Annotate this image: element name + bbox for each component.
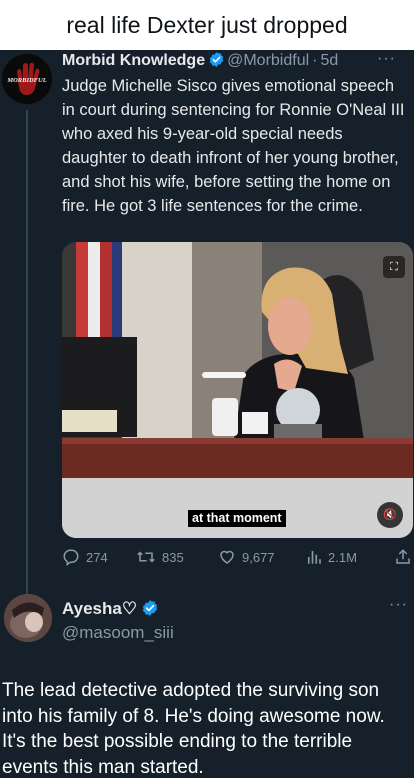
tweet-actions: 274 835 9,677 2.1M (62, 546, 414, 570)
video-frame (62, 242, 413, 538)
tweet-header: Morbid Knowledge @Morbidful · 5d ··· (62, 50, 402, 72)
avatar-logo-text: MORBIDFUL (6, 77, 46, 84)
share-button[interactable] (394, 546, 414, 570)
sensitive-media-icon[interactable]: ⛶ (383, 256, 405, 278)
video-caption: at that moment (188, 510, 286, 527)
author-name[interactable]: Morbid Knowledge (62, 52, 205, 69)
retweet-icon (137, 551, 155, 563)
meme-caption: real life Dexter just dropped (0, 0, 414, 50)
views-count: 2.1M (328, 550, 357, 565)
retweet-count: 835 (162, 550, 184, 565)
reply-author-name[interactable]: Ayesha♡ (62, 598, 161, 620)
reply-author-handle[interactable]: @masoom_siii (62, 622, 174, 644)
author-handle[interactable]: @Morbidful (227, 52, 309, 69)
heart-icon (220, 550, 234, 564)
verified-badge-icon (141, 599, 159, 617)
reply-avatar[interactable] (4, 594, 52, 642)
like-button[interactable]: 9,677 (218, 546, 275, 570)
mute-icon[interactable]: 🔇 (377, 502, 403, 528)
thread-line (26, 110, 28, 610)
tweet-video[interactable]: ⛶ at that moment 🔇 (62, 242, 413, 538)
tweet-text: Judge Michelle Sisco gives emotional spe… (62, 77, 405, 215)
reply-button[interactable]: 274 (62, 546, 108, 570)
tweet-timestamp[interactable]: 5d (320, 52, 338, 69)
verified-badge-icon (208, 51, 225, 68)
tweet-card[interactable]: MORBIDFUL Morbid Knowledge @Morbidful · 5d … (0, 50, 414, 778)
views-button[interactable]: 2.1M (306, 546, 357, 570)
meme-comment-text: The lead detective adopted the surviving… (2, 680, 385, 778)
reply-count: 274 (86, 550, 108, 565)
share-icon (396, 549, 410, 564)
retweet-button[interactable]: 835 (136, 546, 184, 570)
reply-more-options-icon[interactable]: ··· (389, 596, 408, 614)
reply-name-text: Ayesha♡ (62, 599, 138, 618)
separator-dot: · (312, 52, 318, 69)
reply-icon (63, 549, 79, 566)
like-count: 9,677 (242, 550, 275, 565)
views-icon (307, 551, 321, 564)
author-avatar[interactable]: MORBIDFUL (2, 54, 52, 104)
more-options-icon[interactable]: ··· (377, 50, 396, 70)
